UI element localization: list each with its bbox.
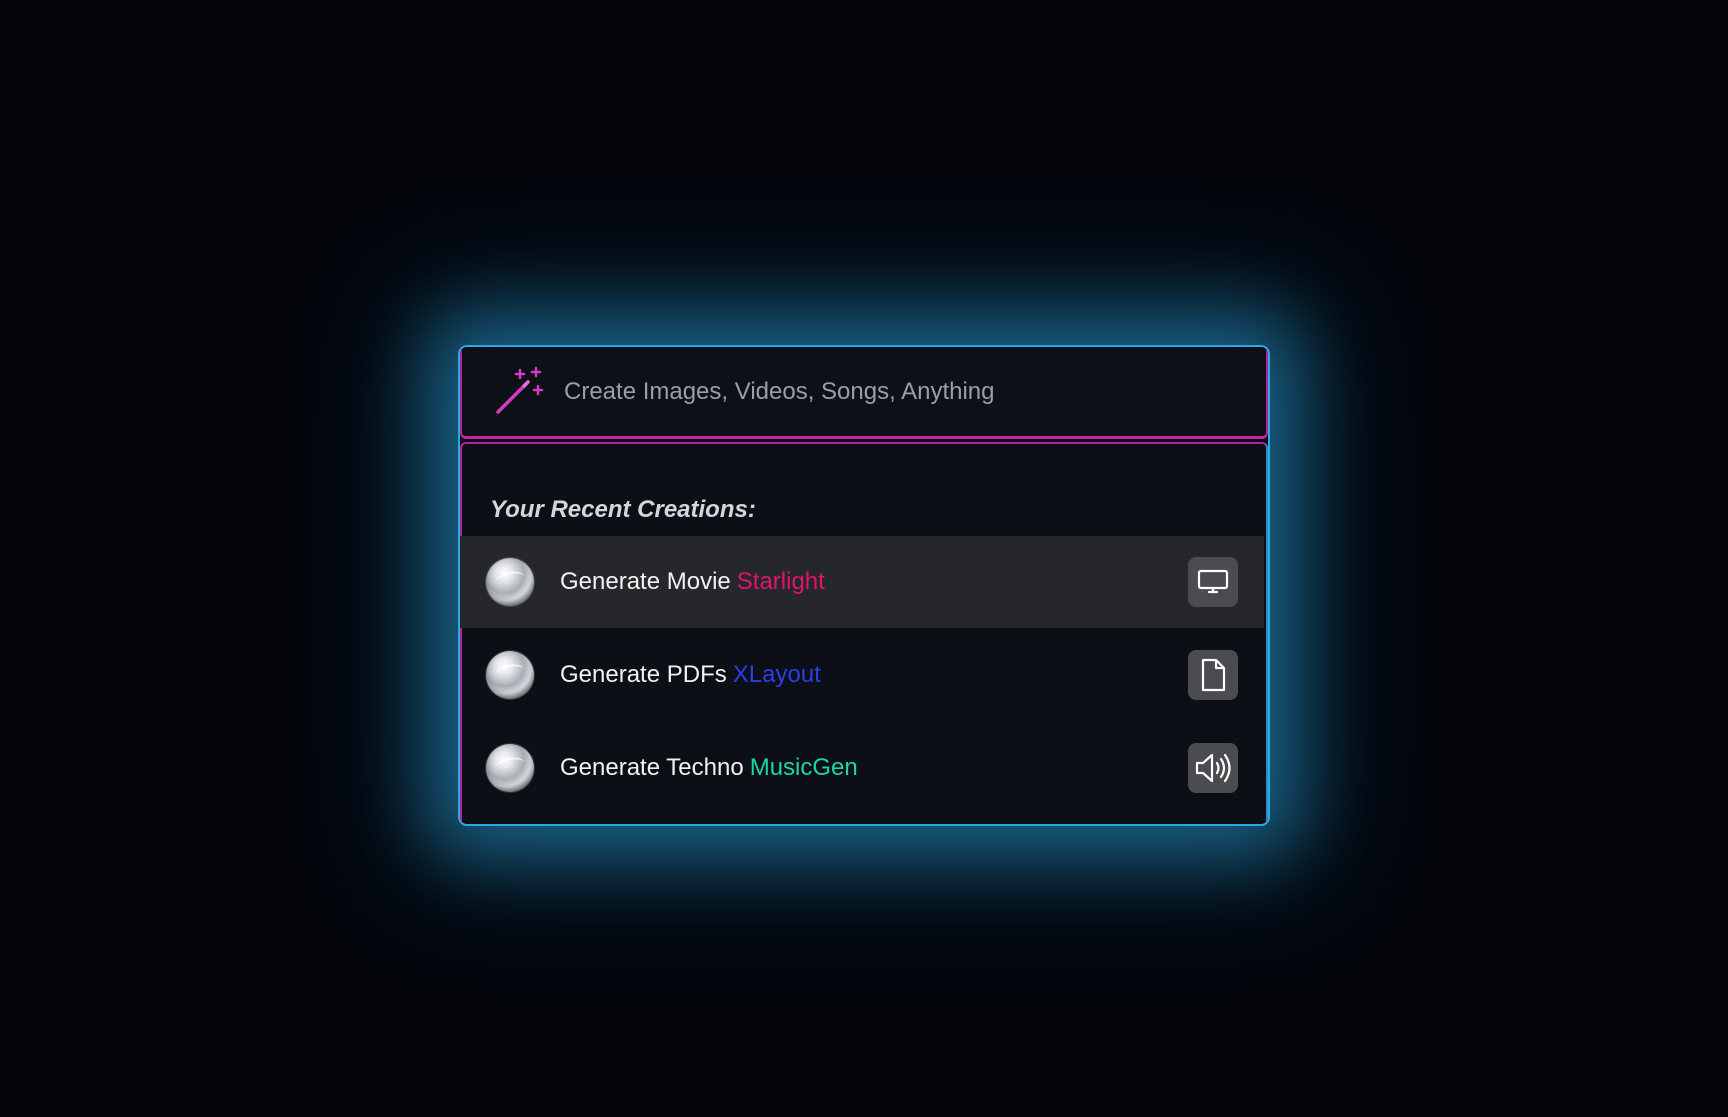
search-bar[interactable] [460,347,1268,439]
speaker-icon [1195,753,1231,783]
avatar [486,558,534,606]
recent-item-starlight[interactable]: Generate Movie Starlight [460,536,1264,628]
file-button[interactable] [1188,650,1238,700]
recent-item-label: Generate Techno MusicGen [560,754,1188,782]
monitor-icon [1197,569,1229,594]
monitor-button[interactable] [1188,557,1238,607]
speaker-button[interactable] [1188,743,1238,793]
magic-wand-icon [496,366,544,414]
item-name: XLayout [732,661,821,688]
section-title: Your Recent Creations: [490,496,756,523]
item-name: MusicGen [749,754,858,781]
command-palette: Your Recent Creations: Generate MovieSta… [458,345,1270,826]
search-input[interactable] [564,366,1266,417]
item-prefix: Generate Techno [560,754,744,781]
item-name: Starlight [736,568,825,595]
item-prefix: Generate PDFs [560,661,727,688]
recent-item-musicgen[interactable]: Generate Techno MusicGen [460,722,1264,814]
avatar [486,744,534,792]
file-icon [1201,658,1226,692]
stage: Your Recent Creations: Generate MovieSta… [0,0,1728,1117]
recent-item-xlayout[interactable]: Generate PDFs XLayout [460,629,1264,721]
item-prefix: Generate Movie [560,568,731,595]
recent-item-label: Generate PDFs XLayout [560,661,1188,689]
avatar [486,651,534,699]
recent-item-label: Generate Movie Starlight [560,568,1188,596]
